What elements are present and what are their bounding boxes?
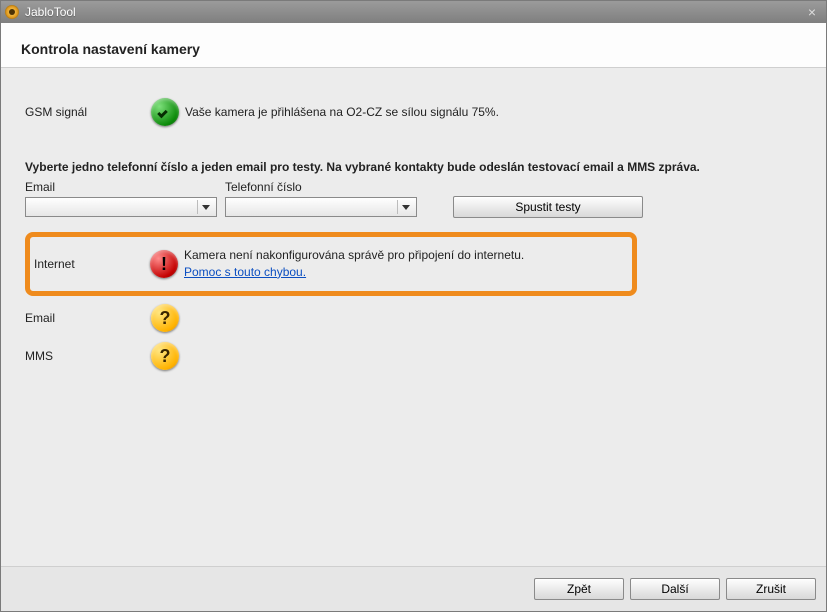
gsm-status-row: GSM signál Vaše kamera je přihlášena na …	[25, 98, 802, 126]
back-button[interactable]: Zpět	[534, 578, 624, 600]
window-title: JabloTool	[25, 5, 802, 19]
footer: Zpět Další Zrušit	[1, 566, 826, 611]
page-title: Kontrola nastavení kamery	[21, 41, 806, 57]
email-test-label: Email	[25, 311, 145, 325]
instruction-text: Vyberte jedno telefonní číslo a jeden em…	[25, 160, 802, 174]
field-labels: Email Telefonní číslo	[25, 180, 802, 194]
question-icon: ?	[151, 304, 179, 332]
mms-status-row: MMS ?	[25, 340, 802, 372]
email-field-label: Email	[25, 180, 225, 194]
chevron-down-icon	[197, 200, 214, 214]
titlebar: JabloTool ×	[1, 1, 826, 23]
internet-message: Kamera není nakonfigurována správě pro p…	[184, 247, 624, 264]
next-button[interactable]: Další	[630, 578, 720, 600]
email-combo[interactable]	[25, 197, 217, 217]
chevron-down-icon	[397, 200, 414, 214]
phone-combo[interactable]	[225, 197, 417, 217]
app-icon	[5, 5, 19, 19]
error-icon: !	[150, 250, 178, 278]
close-icon[interactable]: ×	[802, 4, 822, 20]
mms-test-label: MMS	[25, 349, 145, 363]
question-icon: ?	[151, 342, 179, 370]
email-status-row: Email ?	[25, 302, 802, 334]
internet-label: Internet	[34, 257, 144, 271]
ok-icon	[151, 98, 179, 126]
internet-help-link[interactable]: Pomoc s touto chybou.	[184, 265, 306, 279]
phone-field-label: Telefonní číslo	[225, 180, 425, 194]
page-header: Kontrola nastavení kamery	[1, 23, 826, 68]
cancel-button[interactable]: Zrušit	[726, 578, 816, 600]
gsm-label: GSM signál	[25, 105, 145, 119]
dialog-window: JabloTool × Kontrola nastavení kamery GS…	[0, 0, 827, 612]
status-list: Email ? MMS ?	[25, 302, 802, 372]
page-body: GSM signál Vaše kamera je přihlášena na …	[1, 68, 826, 566]
run-tests-button[interactable]: Spustit testy	[453, 196, 643, 218]
gsm-message: Vaše kamera je přihlášena na O2-CZ se sí…	[185, 104, 802, 121]
fields-row: Spustit testy	[25, 196, 802, 218]
internet-highlight: Internet ! Kamera není nakonfigurována s…	[25, 232, 637, 296]
